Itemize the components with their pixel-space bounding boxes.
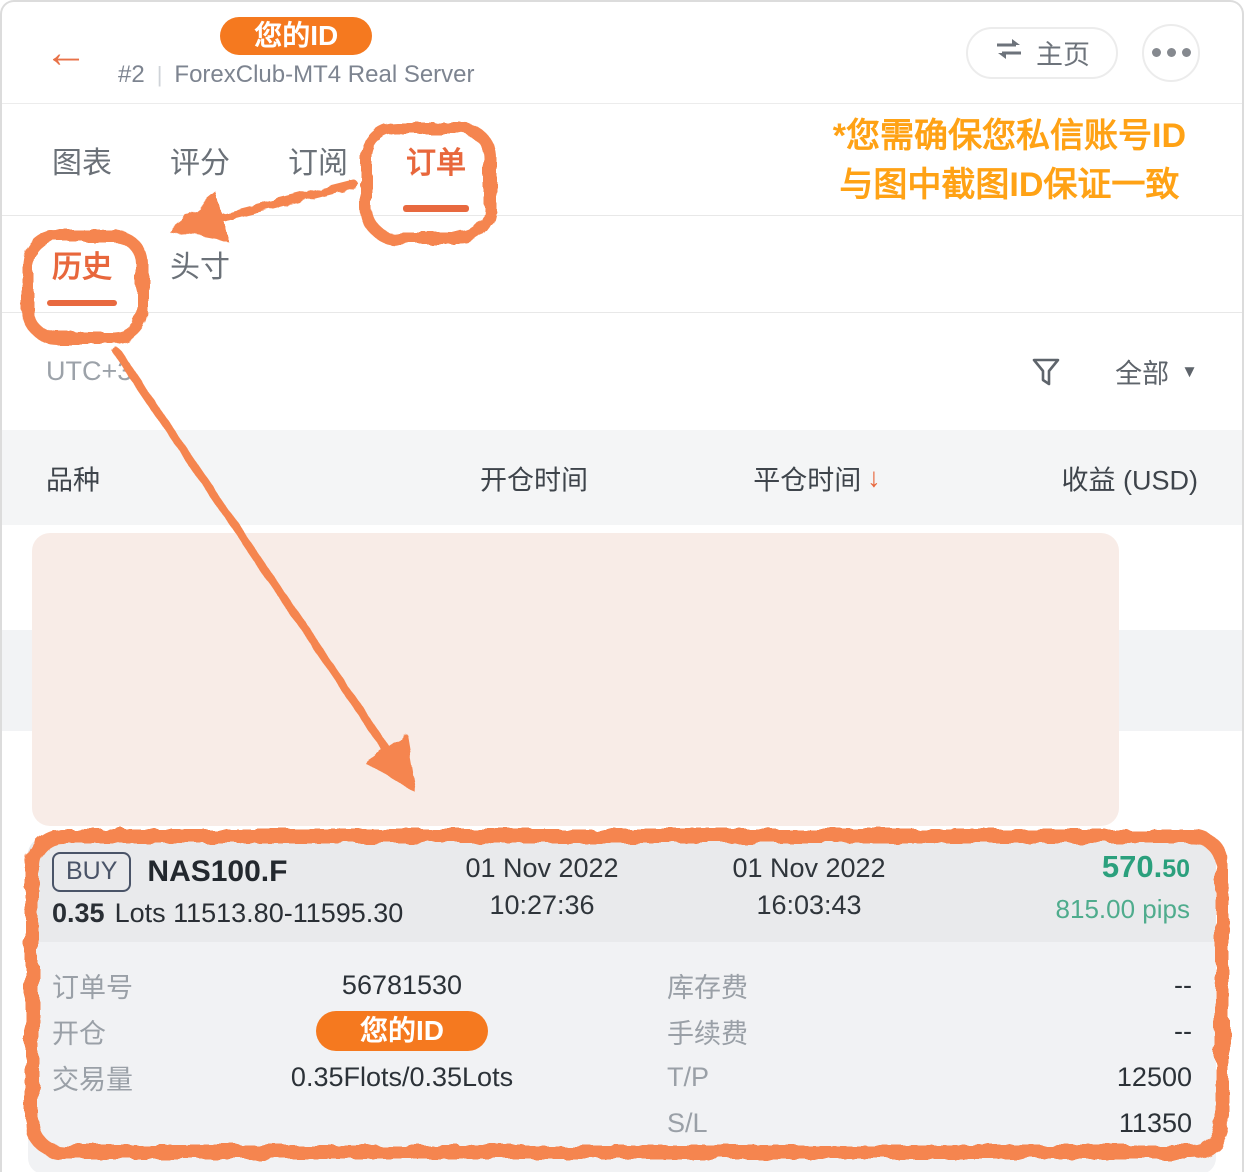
caret-down-icon: ▼ [1181, 362, 1198, 382]
open-datetime: 01 Nov 2022 10:27:36 [465, 850, 618, 924]
sort-desc-icon: ↓ [867, 462, 881, 493]
home-button-label: 主页 [1036, 33, 1090, 72]
subtab-positions[interactable]: 头寸 [164, 216, 236, 312]
tab-orders[interactable]: 订单 [400, 104, 472, 215]
back-arrow-icon[interactable]: ← [44, 31, 88, 75]
buy-badge: BUY [52, 852, 131, 892]
active-tab-underline [403, 205, 469, 212]
filter-dropdown[interactable]: 全部 ▼ [1115, 352, 1198, 391]
account-identity: 您的ID #2 | ForexClub-MT4 Real Server [118, 17, 475, 89]
column-symbol: 品种 [46, 458, 100, 497]
column-open-time: 开仓时间 [480, 458, 588, 497]
detail-row-open-by: 开仓 您的ID [52, 1008, 577, 1054]
server-subtitle: #2 | ForexClub-MT4 Real Server [118, 61, 475, 89]
trade-price-range: Lots 11513.80-11595.30 [115, 898, 404, 929]
tab-subscription[interactable]: 订阅 [282, 104, 354, 215]
swap-arrows-icon [994, 37, 1024, 68]
filter-dropdown-label: 全部 [1115, 352, 1169, 391]
column-profit: 收益 (USD) [1062, 458, 1199, 497]
close-datetime: 01 Nov 2022 16:03:43 [732, 850, 885, 924]
main-tab-bar: 图表 评分 订阅 订单 *您需确保您私信账号ID 与图中截图ID保证一致 [2, 104, 1242, 216]
details-left-column: 订单号 56781530 开仓 您的ID 交易量 0.35Flots/0.35L… [52, 962, 577, 1146]
timezone-label: UTC+3 [46, 356, 132, 387]
detail-row-commission: 手续费 -- [667, 1008, 1192, 1054]
server-name: ForexClub-MT4 Real Server [174, 61, 474, 89]
trade-pips: 815.00 pips [1056, 891, 1190, 928]
ellipsis-icon [1152, 48, 1161, 57]
account-id-badge: 您的ID [220, 17, 372, 55]
home-button[interactable]: 主页 [966, 27, 1118, 79]
filter-icon[interactable] [1031, 356, 1061, 388]
subtab-history[interactable]: 历史 [46, 216, 118, 312]
history-list [2, 525, 1242, 838]
redaction-overlay [32, 533, 1119, 826]
trading-app-window: ← 您的ID #2 | ForexClub-MT4 Real Server 主页 [0, 0, 1244, 1172]
detail-row-volume: 交易量 0.35Flots/0.35Lots [52, 1054, 577, 1100]
sub-tab-bar: 历史 头寸 [2, 216, 1242, 313]
trade-summary: BUY NAS100.F 0.35 Lots 11513.80-11595.30… [28, 838, 1216, 942]
detail-row-stop-loss: S/L 11350 [667, 1100, 1192, 1146]
account-id-badge: 您的ID [316, 1011, 488, 1051]
trade-symbol: NAS100.F [147, 855, 287, 889]
annotation-warning-text: *您需确保您私信账号ID 与图中截图ID保证一致 [833, 112, 1186, 210]
trade-details: 订单号 56781530 开仓 您的ID 交易量 0.35Flots/0.35L… [28, 942, 1216, 1172]
table-header: 品种 开仓时间 平仓时间 ↓ 收益 (USD) [2, 430, 1242, 525]
header: ← 您的ID #2 | ForexClub-MT4 Real Server 主页 [2, 2, 1242, 104]
filter-row: UTC+3 全部 ▼ [2, 313, 1242, 430]
divider: | [157, 62, 163, 88]
trade-volume: 0.35 [52, 898, 105, 929]
tab-chart[interactable]: 图表 [46, 104, 118, 215]
account-number: #2 [118, 61, 145, 89]
details-right-column: 库存费 -- 手续费 -- T/P 12500 S/L 11350 [667, 962, 1192, 1146]
detail-row-swap: 库存费 -- [667, 962, 1192, 1008]
more-options-button[interactable] [1142, 24, 1200, 82]
tab-rating[interactable]: 评分 [164, 104, 236, 215]
trade-card[interactable]: BUY NAS100.F 0.35 Lots 11513.80-11595.30… [28, 838, 1216, 1172]
active-subtab-underline [47, 300, 117, 306]
detail-row-order-number: 订单号 56781530 [52, 962, 577, 1008]
detail-row-take-profit: T/P 12500 [667, 1054, 1192, 1100]
column-close-time[interactable]: 平仓时间 ↓ [753, 458, 881, 497]
trade-profit: 570.50 815.00 pips [1056, 848, 1190, 928]
